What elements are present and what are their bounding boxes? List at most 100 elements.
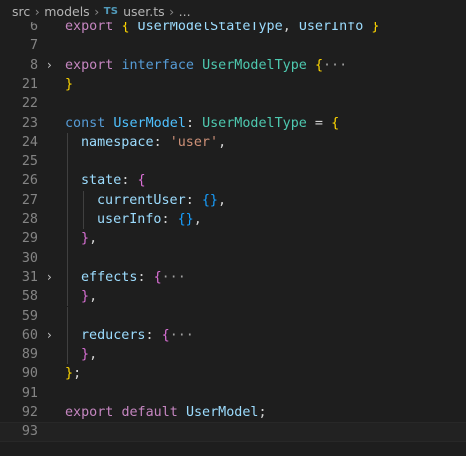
code-token: UserModelType bbox=[202, 57, 307, 73]
line-number: 90 bbox=[21, 366, 38, 382]
code-line[interactable]: 7 bbox=[0, 36, 466, 55]
code-line[interactable]: 23 const UserModel: UserModelType = { bbox=[0, 114, 466, 133]
code-token: export bbox=[65, 405, 114, 420]
indent-guide bbox=[67, 287, 68, 307]
line-number: 93 bbox=[21, 424, 38, 440]
line-number: 60 bbox=[21, 327, 38, 343]
indent-guide bbox=[67, 229, 68, 249]
code-token: } bbox=[81, 289, 90, 305]
code-token: , bbox=[89, 231, 98, 247]
code-token: ; bbox=[73, 366, 82, 382]
line-number: 58 bbox=[21, 289, 38, 305]
code-token: : bbox=[185, 115, 203, 131]
indent-guide bbox=[67, 325, 68, 346]
code-line[interactable]: 24 namespace: 'user', bbox=[0, 132, 466, 153]
line-number: 89 bbox=[21, 347, 38, 363]
code-line[interactable]: 8 › export interface UserModelType {··· bbox=[0, 56, 466, 75]
code-line[interactable]: 25 bbox=[0, 152, 466, 172]
code-line[interactable]: 60 › reducers: {··· bbox=[0, 325, 466, 346]
code-line[interactable]: 26 state: { bbox=[0, 171, 466, 191]
chevron-right-icon: › bbox=[34, 3, 40, 19]
code-token: ··· bbox=[169, 327, 194, 343]
code-line[interactable]: 27 currentUser: {}, bbox=[0, 190, 466, 210]
indent-guide bbox=[83, 190, 84, 210]
code-token: { bbox=[331, 115, 340, 131]
code-line[interactable]: 92 export default UserModel; bbox=[0, 403, 466, 422]
indent-guide bbox=[67, 132, 68, 153]
code-line[interactable]: 89}, bbox=[0, 345, 466, 365]
code-token: } bbox=[65, 366, 74, 382]
code-text: export default UserModel; bbox=[65, 403, 267, 422]
line-number: 59 bbox=[21, 308, 38, 324]
fold-expand-icon[interactable]: › bbox=[47, 326, 59, 345]
code-token: = bbox=[306, 115, 332, 131]
code-token: default bbox=[121, 405, 178, 420]
indent-guide bbox=[67, 345, 68, 365]
code-token: UserModel bbox=[185, 405, 259, 420]
line-number: 7 bbox=[29, 38, 38, 54]
code-line[interactable]: 22 bbox=[0, 94, 466, 113]
code-line[interactable]: 31 › effects: {··· bbox=[0, 267, 466, 288]
breadcrumb-item-symbol[interactable]: ... bbox=[179, 4, 191, 19]
code-line[interactable]: 90}; bbox=[0, 364, 466, 383]
line-number: 8 bbox=[29, 57, 38, 73]
code-token: userInfo bbox=[97, 212, 162, 227]
fold-expand-icon[interactable]: › bbox=[47, 268, 59, 287]
code-line[interactable]: 28 userInfo: {}, bbox=[0, 210, 466, 230]
code-line[interactable]: 93 bbox=[0, 422, 466, 442]
code-token: const bbox=[65, 115, 106, 131]
code-line[interactable]: 91 bbox=[0, 384, 466, 403]
code-token: : bbox=[153, 134, 170, 150]
line-number: 26 bbox=[21, 173, 38, 189]
code-line[interactable]: 59 bbox=[0, 306, 466, 326]
code-text: }, bbox=[81, 229, 97, 248]
code-line[interactable]: 30 bbox=[0, 248, 466, 268]
line-number: 27 bbox=[21, 192, 38, 208]
breadcrumb-item-file[interactable]: user.ts bbox=[123, 4, 165, 19]
breadcrumb: src › models › TS user.ts › ... bbox=[0, 0, 466, 22]
code-token: reducers bbox=[81, 327, 146, 343]
code-text: state: { bbox=[81, 171, 146, 190]
code-editor[interactable]: 6 export { UserModelStateType, UserInfo }… bbox=[0, 19, 466, 456]
indent-guide bbox=[67, 152, 68, 172]
code-text: userInfo: {}, bbox=[97, 210, 202, 229]
code-token: : bbox=[121, 173, 138, 189]
code-token: : bbox=[145, 327, 162, 343]
code-token: : bbox=[185, 192, 202, 208]
code-token: state bbox=[81, 173, 122, 189]
breadcrumb-item-models[interactable]: models bbox=[44, 4, 89, 19]
line-number: 31 bbox=[21, 269, 38, 285]
code-text: reducers: {··· bbox=[81, 326, 194, 345]
code-token: {} bbox=[201, 192, 218, 208]
chevron-right-icon: › bbox=[169, 3, 175, 19]
line-number: 28 bbox=[21, 212, 38, 227]
indent-guide bbox=[67, 171, 68, 191]
line-number: 91 bbox=[21, 385, 38, 401]
code-text: }; bbox=[65, 364, 81, 383]
line-number: 92 bbox=[21, 405, 38, 420]
code-token: currentUser bbox=[97, 192, 186, 208]
fold-expand-icon[interactable]: › bbox=[47, 56, 59, 75]
code-token: { bbox=[161, 327, 170, 343]
code-token: export bbox=[65, 57, 114, 73]
code-token: effects bbox=[81, 269, 138, 285]
code-token: interface bbox=[121, 57, 194, 73]
code-token: , bbox=[193, 212, 202, 227]
code-line[interactable]: 21} bbox=[0, 75, 466, 94]
code-line[interactable]: 29}, bbox=[0, 229, 466, 249]
code-token: } bbox=[81, 231, 90, 247]
line-number: 23 bbox=[21, 115, 38, 131]
code-line[interactable]: 58}, bbox=[0, 287, 466, 307]
indent-guide bbox=[67, 267, 68, 288]
code-token: UserModelType bbox=[202, 115, 307, 131]
indent-guide bbox=[67, 190, 68, 210]
line-number: 25 bbox=[21, 154, 38, 170]
code-text: }, bbox=[81, 287, 97, 306]
code-token: , bbox=[218, 134, 227, 150]
code-text: currentUser: {}, bbox=[97, 191, 226, 210]
breadcrumb-item-src[interactable]: src bbox=[12, 4, 30, 19]
code-token: ··· bbox=[323, 57, 348, 73]
code-token: { bbox=[153, 269, 162, 285]
